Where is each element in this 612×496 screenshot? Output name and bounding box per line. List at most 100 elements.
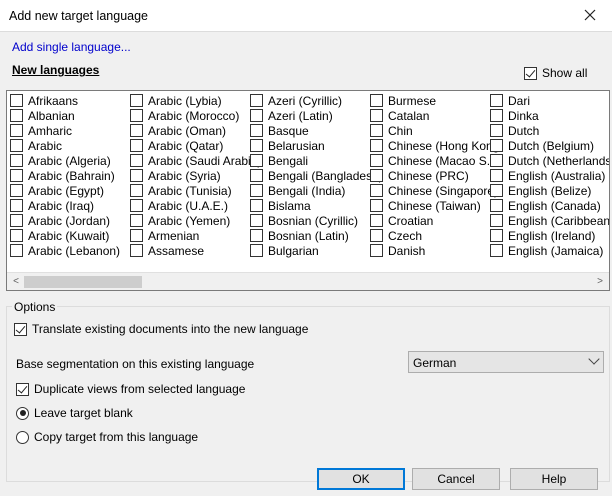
language-item[interactable]: English (Canada) bbox=[487, 198, 601, 213]
language-item[interactable]: English (Belize) bbox=[487, 183, 591, 198]
language-checkbox[interactable] bbox=[490, 214, 503, 227]
language-item[interactable]: Arabic (Jordan) bbox=[7, 213, 110, 228]
language-item[interactable]: Arabic (Lybia) bbox=[127, 93, 222, 108]
ok-button[interactable]: OK bbox=[317, 468, 405, 490]
language-checkbox[interactable] bbox=[490, 124, 503, 137]
language-list[interactable]: Afrikaans Albanian Amharic Arabic Arabic (Al… bbox=[6, 90, 610, 291]
language-item[interactable]: Arabic (Syria) bbox=[127, 168, 221, 183]
language-checkbox[interactable] bbox=[10, 169, 23, 182]
language-checkbox[interactable] bbox=[250, 109, 263, 122]
language-checkbox[interactable] bbox=[130, 94, 143, 107]
language-item[interactable]: Albanian bbox=[7, 108, 75, 123]
language-checkbox[interactable] bbox=[490, 94, 503, 107]
language-item[interactable]: Bengali (India) bbox=[247, 183, 345, 198]
language-checkbox[interactable] bbox=[130, 244, 143, 257]
leave-blank-radio[interactable]: Leave target blank bbox=[16, 406, 133, 420]
show-all-checkbox[interactable]: Show all bbox=[524, 66, 587, 80]
language-item[interactable]: English (Australia) bbox=[487, 168, 605, 183]
language-checkbox[interactable] bbox=[250, 229, 263, 242]
language-checkbox[interactable] bbox=[130, 109, 143, 122]
language-checkbox[interactable] bbox=[490, 184, 503, 197]
language-checkbox[interactable] bbox=[490, 169, 503, 182]
language-checkbox[interactable] bbox=[130, 154, 143, 167]
language-checkbox[interactable] bbox=[130, 169, 143, 182]
language-checkbox[interactable] bbox=[130, 184, 143, 197]
scroll-thumb[interactable] bbox=[24, 276, 142, 288]
language-item[interactable]: Bosnian (Latin) bbox=[247, 228, 349, 243]
language-checkbox[interactable] bbox=[490, 154, 503, 167]
copy-target-radio-icon[interactable] bbox=[16, 430, 29, 444]
language-item[interactable]: Arabic bbox=[7, 138, 62, 153]
add-single-language-link[interactable]: Add single language... bbox=[12, 40, 131, 54]
language-checkbox[interactable] bbox=[130, 124, 143, 137]
cancel-button[interactable]: Cancel bbox=[412, 468, 500, 490]
language-checkbox[interactable] bbox=[10, 139, 23, 152]
language-checkbox[interactable] bbox=[370, 169, 383, 182]
language-item[interactable]: Arabic (Yemen) bbox=[127, 213, 230, 228]
language-item[interactable]: Arabic (Bahrain) bbox=[7, 168, 115, 183]
language-checkbox[interactable] bbox=[490, 199, 503, 212]
language-item[interactable]: Azeri (Latin) bbox=[247, 108, 333, 123]
language-checkbox[interactable] bbox=[10, 229, 23, 242]
language-item[interactable]: Danish bbox=[367, 243, 425, 258]
language-item[interactable]: Arabic (U.A.E.) bbox=[127, 198, 228, 213]
language-item[interactable]: Arabic (Qatar) bbox=[127, 138, 223, 153]
language-checkbox[interactable] bbox=[370, 244, 383, 257]
language-checkbox[interactable] bbox=[490, 244, 503, 257]
language-checkbox[interactable] bbox=[10, 109, 23, 122]
language-item[interactable]: English (Jamaica) bbox=[487, 243, 603, 258]
language-checkbox[interactable] bbox=[370, 214, 383, 227]
language-checkbox[interactable] bbox=[370, 109, 383, 122]
close-icon[interactable] bbox=[582, 7, 598, 23]
language-item[interactable]: Dari bbox=[487, 93, 530, 108]
language-item[interactable]: Amharic bbox=[7, 123, 72, 138]
language-checkbox[interactable] bbox=[10, 244, 23, 257]
scroll-left-icon[interactable]: < bbox=[9, 276, 23, 287]
language-item[interactable]: Bislama bbox=[247, 198, 311, 213]
language-item[interactable]: Dutch (Netherlands) bbox=[487, 153, 609, 168]
language-item[interactable]: Chinese (Hong Kong bbox=[367, 138, 499, 153]
language-item[interactable]: Czech bbox=[367, 228, 422, 243]
language-checkbox[interactable] bbox=[370, 94, 383, 107]
language-item[interactable]: English (Caribbean) bbox=[487, 213, 609, 228]
language-checkbox[interactable] bbox=[370, 154, 383, 167]
language-checkbox[interactable] bbox=[10, 214, 23, 227]
language-item[interactable]: Dutch bbox=[487, 123, 539, 138]
language-item[interactable]: Bosnian (Cyrillic) bbox=[247, 213, 358, 228]
language-item[interactable]: Arabic (Morocco) bbox=[127, 108, 239, 123]
language-checkbox[interactable] bbox=[250, 184, 263, 197]
help-button[interactable]: Help bbox=[510, 468, 598, 490]
language-item[interactable]: Croatian bbox=[367, 213, 433, 228]
language-checkbox[interactable] bbox=[370, 229, 383, 242]
language-item[interactable]: Assamese bbox=[127, 243, 204, 258]
language-item[interactable]: Arabic (Algeria) bbox=[7, 153, 111, 168]
language-item[interactable]: Afrikaans bbox=[7, 93, 78, 108]
language-checkbox[interactable] bbox=[10, 184, 23, 197]
language-item[interactable]: Chinese (Singapore) bbox=[367, 183, 498, 198]
language-item[interactable]: Arabic (Saudi Arabia) bbox=[127, 153, 261, 168]
language-item[interactable]: Bengali bbox=[247, 153, 308, 168]
language-item[interactable]: Belarusian bbox=[247, 138, 325, 153]
language-checkbox[interactable] bbox=[250, 199, 263, 212]
show-all-check-icon[interactable] bbox=[524, 66, 537, 80]
language-checkbox[interactable] bbox=[130, 214, 143, 227]
language-item[interactable]: Arabic (Iraq) bbox=[7, 198, 94, 213]
language-item[interactable]: Dinka bbox=[487, 108, 539, 123]
language-item[interactable]: Basque bbox=[247, 123, 309, 138]
language-checkbox[interactable] bbox=[130, 199, 143, 212]
language-item[interactable]: Arabic (Lebanon) bbox=[7, 243, 120, 258]
language-checkbox[interactable] bbox=[490, 109, 503, 122]
language-checkbox[interactable] bbox=[250, 124, 263, 137]
language-item[interactable]: Dutch (Belgium) bbox=[487, 138, 594, 153]
language-checkbox[interactable] bbox=[10, 124, 23, 137]
language-item[interactable]: Arabic (Tunisia) bbox=[127, 183, 232, 198]
language-checkbox[interactable] bbox=[370, 139, 383, 152]
language-checkbox[interactable] bbox=[250, 169, 263, 182]
duplicate-views-checkbox[interactable]: Duplicate views from selected language bbox=[16, 382, 245, 396]
language-checkbox[interactable] bbox=[370, 184, 383, 197]
language-checkbox[interactable] bbox=[250, 244, 263, 257]
language-checkbox[interactable] bbox=[130, 229, 143, 242]
language-checkbox[interactable] bbox=[10, 199, 23, 212]
duplicate-views-check-icon[interactable] bbox=[16, 382, 29, 396]
language-checkbox[interactable] bbox=[250, 94, 263, 107]
